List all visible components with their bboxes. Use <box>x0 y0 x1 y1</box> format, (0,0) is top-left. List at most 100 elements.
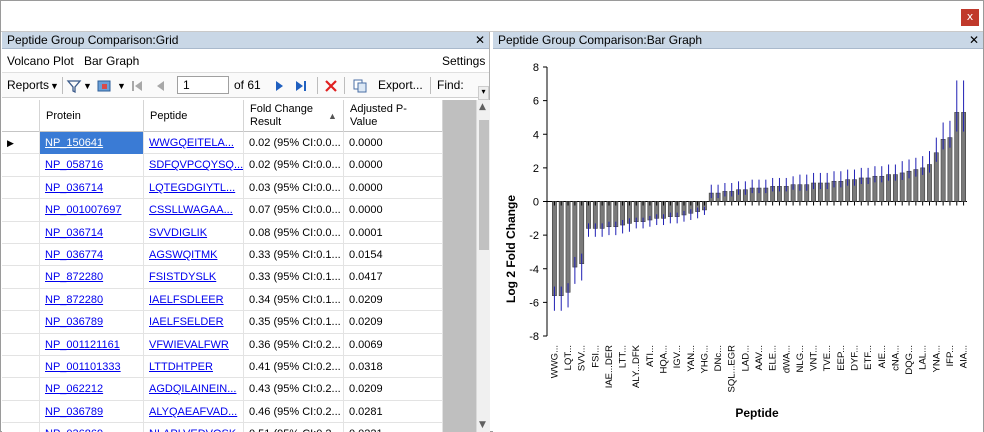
reports-dropdown[interactable]: Reports <box>7 78 49 92</box>
protein-cell[interactable]: NP_001121161 <box>40 333 144 356</box>
table-row[interactable]: NP_036789 IAELFSELDER 0.35 (95% CI:0.1... 0… <box>2 311 476 334</box>
peptide-cell[interactable]: WWGQEITELA... <box>144 132 244 154</box>
last-page-icon[interactable] <box>294 79 308 93</box>
y-tick-label: -6 <box>529 297 539 309</box>
row-header[interactable] <box>2 400 40 423</box>
filter-icon[interactable] <box>66 78 82 94</box>
row-header[interactable] <box>2 266 40 289</box>
copy-icon[interactable] <box>352 78 368 94</box>
adjusted-p-value-cell: 0.0209 <box>344 311 443 334</box>
table-row[interactable]: NP_036789 ALYQAEAFVAD... 0.46 (95% CI:0.2.… <box>2 400 476 424</box>
peptide-cell[interactable]: CSSLLWAGAA... <box>144 199 244 222</box>
row-header[interactable] <box>2 333 40 356</box>
table-row[interactable]: NP_036869NLAPLVEDVQSK...0.51 (95% CI:0.2… <box>2 423 476 432</box>
table-row[interactable]: NP_058716 SDFQVPCQYSQ... 0.02 (95% CI:0.0.… <box>2 154 476 177</box>
scroll-up-icon[interactable]: ▲ <box>479 102 486 112</box>
columns-chevron-down-icon[interactable]: ▼ <box>117 81 126 91</box>
protein-cell[interactable]: NP_001007697 <box>40 199 144 222</box>
window-top-bar: x <box>1 1 983 32</box>
protein-cell[interactable]: NP_062212 <box>40 378 144 401</box>
table-row[interactable]: NP_001007697 CSSLLWAGAA... 0.07 (95% CI:0.… <box>2 199 476 222</box>
table-row[interactable]: ▶ NP_150641 WWGQEITELA... 0.02 (95% CI:0.0.… <box>2 132 476 155</box>
row-header[interactable] <box>2 221 40 244</box>
protein-cell[interactable]: NP_036869 <box>40 423 144 432</box>
peptide-cell[interactable]: SDFQVPCQYSQ... <box>144 154 244 177</box>
columns-icon[interactable] <box>96 78 112 94</box>
x-axis-label: Peptide <box>735 406 779 420</box>
x-tick-label: LQT... <box>563 345 574 370</box>
page-number-input[interactable]: 1 <box>177 76 229 94</box>
protein-cell[interactable]: NP_036714 <box>40 176 144 199</box>
peptide-cell[interactable]: NLAPLVEDVQSK... <box>144 423 244 432</box>
filter-chevron-down-icon[interactable]: ▼ <box>83 81 92 91</box>
grid-pane-close-icon[interactable]: ✕ <box>475 32 485 48</box>
protein-cell[interactable]: NP_036789 <box>40 311 144 334</box>
table-row[interactable]: NP_036714 SVVDIGLIK 0.08 (95% CI:0.0... 0.0… <box>2 221 476 244</box>
window-close-button[interactable]: x <box>961 9 979 26</box>
row-header[interactable] <box>2 176 40 199</box>
column-header-peptide[interactable]: Peptide <box>144 100 244 132</box>
peptide-cell[interactable]: IAELFSELDER <box>144 311 244 334</box>
peptide-cell[interactable]: LQTEGDGIYTL... <box>144 176 244 199</box>
column-header-fold-change[interactable]: Fold Change Result ▲ <box>244 100 344 132</box>
delete-icon[interactable] <box>323 78 339 94</box>
grid-vertical-scrollbar[interactable]: ▲ ▼ <box>476 100 490 432</box>
peptide-cell[interactable]: VFWIEVALFWR <box>144 333 244 356</box>
row-header[interactable] <box>2 243 40 266</box>
peptide-cell[interactable]: SVVDIGLIK <box>144 221 244 244</box>
peptide-cell[interactable]: ALYQAEAFVAD... <box>144 400 244 423</box>
fold-change-cell: 0.41 (95% CI:0.2... <box>244 355 344 378</box>
peptide-cell[interactable]: IAELFSDLEER <box>144 288 244 311</box>
table-row[interactable]: NP_872280 IAELFSDLEER 0.34 (95% CI:0.1... 0… <box>2 288 476 312</box>
scroll-down-icon[interactable]: ▼ <box>479 420 486 430</box>
row-header[interactable] <box>2 288 40 311</box>
bar-graph-menu[interactable]: Bar Graph <box>84 54 139 68</box>
next-page-icon[interactable] <box>272 79 286 93</box>
peptide-cell[interactable]: LTTDHTPER <box>144 355 244 378</box>
previous-page-icon[interactable] <box>154 79 168 93</box>
row-header[interactable] <box>2 199 40 222</box>
table-row[interactable]: NP_036714 LQTEGDGIYTL... 0.03 (95% CI:0.0.… <box>2 176 476 200</box>
bar-graph-pane-title-bar: Peptide Group Comparison:Bar Graph ✕ <box>493 32 983 49</box>
adjusted-p-value-cell: 0.0209 <box>344 288 443 311</box>
x-tick-label: cNA... <box>890 345 901 371</box>
protein-cell[interactable]: NP_036714 <box>40 221 144 244</box>
toolbar-overflow-chevron-icon[interactable]: ▾ <box>478 86 489 100</box>
peptide-cell[interactable]: FSISTDYSLK <box>144 266 244 289</box>
row-header[interactable] <box>2 355 40 378</box>
toolbar-divider <box>62 77 63 94</box>
protein-cell[interactable]: NP_872280 <box>40 266 144 289</box>
find-label[interactable]: Find: <box>437 78 464 92</box>
protein-cell[interactable]: NP_872280 <box>40 288 144 311</box>
protein-cell[interactable]: NP_150641 <box>40 132 144 154</box>
adjusted-p-value-cell: 0.0000 <box>344 199 443 222</box>
row-header[interactable] <box>2 154 40 177</box>
table-row[interactable]: NP_062212 AGDQILAINEIN... 0.43 (95% CI:0.2… <box>2 378 476 401</box>
volcano-plot-menu[interactable]: Volcano Plot <box>7 54 74 68</box>
protein-cell[interactable]: NP_036774 <box>40 243 144 266</box>
current-row-arrow-icon[interactable]: ▶ <box>2 132 40 154</box>
protein-cell[interactable]: NP_001101333 <box>40 355 144 378</box>
column-header-protein[interactable]: Protein <box>40 100 144 132</box>
row-header[interactable] <box>2 311 40 334</box>
row-header[interactable] <box>2 378 40 401</box>
bar-graph-pane-close-icon[interactable]: ✕ <box>969 32 979 48</box>
first-page-icon[interactable] <box>130 79 144 93</box>
peptide-cell[interactable]: AGSWQITMK <box>144 243 244 266</box>
table-row[interactable]: NP_001121161 VFWIEVALFWR 0.36 (95% CI:0.2.… <box>2 333 476 356</box>
scrollbar-thumb[interactable] <box>479 120 489 250</box>
export-button[interactable]: Export... <box>378 78 423 92</box>
settings-menu[interactable]: Settings <box>442 54 485 68</box>
reports-chevron-down-icon[interactable]: ▼ <box>50 81 59 91</box>
table-row[interactable]: NP_036774 AGSWQITMK 0.33 (95% CI:0.1... 0.0… <box>2 243 476 267</box>
app-window: x Peptide Group Comparison:Grid ✕ Volcan… <box>0 0 984 432</box>
protein-cell[interactable]: NP_058716 <box>40 154 144 177</box>
table-row[interactable]: NP_872280 FSISTDYSLK 0.33 (95% CI:0.1... 0.… <box>2 266 476 289</box>
table-row[interactable]: NP_001101333 LTTDHTPER 0.41 (95% CI:0.2...… <box>2 355 476 379</box>
row-header[interactable] <box>2 423 40 432</box>
peptide-cell[interactable]: AGDQILAINEIN... <box>144 378 244 401</box>
x-tick-label: ALY...DFK <box>631 344 642 388</box>
column-header-adjusted-p-value[interactable]: Adjusted P-Value <box>344 100 443 132</box>
grid-pane-title-bar: Peptide Group Comparison:Grid ✕ <box>2 32 489 49</box>
protein-cell[interactable]: NP_036789 <box>40 400 144 423</box>
